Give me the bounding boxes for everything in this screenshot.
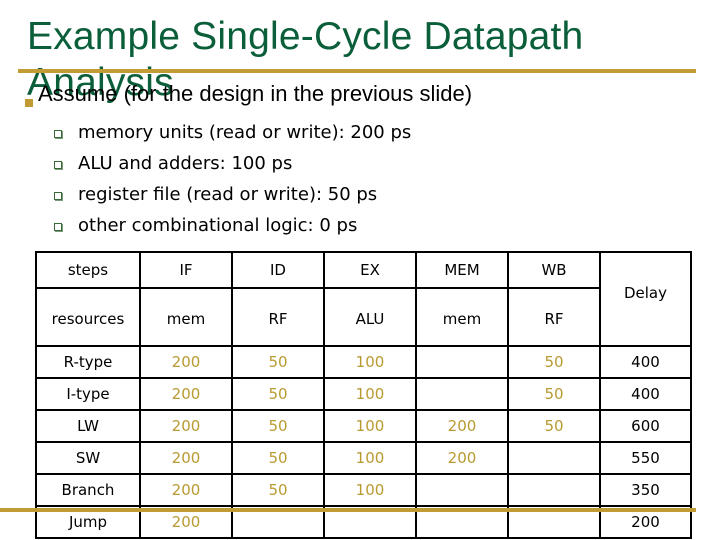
assumption-list: memory units (read or write): 200 ps ALU… [53, 117, 411, 241]
resources-label: resources [35, 287, 141, 347]
step-delay-ex: 100 [323, 409, 417, 443]
resources-header-row: resources mem RF ALU mem RF [35, 287, 691, 347]
step-delay-mem: 200 [415, 441, 509, 475]
step-header-if: IF [139, 251, 233, 289]
assumption-item: ALU and adders: 100 ps [53, 148, 411, 179]
step-delay-if: 200 [139, 377, 233, 411]
main-bullet-text: Assume (for the design in the previous s… [38, 81, 473, 106]
instruction-name: I-type [35, 377, 141, 411]
table-row: SW 200 50 100 200 550 [35, 441, 692, 475]
step-header-ex: EX [323, 251, 417, 289]
hollow-square-bullet-icon [54, 130, 62, 138]
assumption-text: memory units (read or write): 200 ps [78, 122, 412, 143]
resource-header-id: RF [231, 287, 325, 347]
total-delay: 350 [599, 473, 692, 507]
resource-header-ex: ALU [323, 287, 417, 347]
slide-title-line1: Example Single-Cycle Datapath [27, 15, 584, 58]
steps-header-row: steps IF ID EX MEM WB Delay [35, 251, 692, 347]
step-delay-wb [507, 473, 601, 507]
assumption-text: register file (read or write): 50 ps [78, 184, 378, 205]
step-header-id: ID [231, 251, 325, 289]
hollow-square-bullet-icon [54, 223, 62, 231]
step-delay-if: 200 [139, 473, 233, 507]
table-row: LW 200 50 100 200 50 600 [35, 409, 692, 443]
step-delay-ex: 100 [323, 377, 417, 411]
square-bullet-icon [25, 99, 33, 107]
resource-header-if: mem [139, 287, 233, 347]
assumption-item: register file (read or write): 50 ps [53, 179, 411, 210]
table-row: Branch 200 50 100 350 [35, 473, 692, 507]
step-delay-wb: 50 [507, 345, 601, 379]
datapath-delay-table: steps IF ID EX MEM WB Delay resources me… [35, 251, 692, 539]
total-delay: 400 [599, 345, 692, 379]
step-delay-ex: 100 [323, 345, 417, 379]
step-delay-mem [415, 377, 509, 411]
resource-header-mem: mem [415, 287, 509, 347]
step-header-wb: WB [507, 251, 601, 289]
step-delay-id: 50 [231, 345, 325, 379]
step-delay-mem: 200 [415, 409, 509, 443]
title-divider-rule [18, 69, 696, 73]
total-delay: 550 [599, 441, 692, 475]
step-delay-id: 50 [231, 473, 325, 507]
step-delay-ex: 100 [323, 473, 417, 507]
step-delay-ex: 100 [323, 441, 417, 475]
hollow-square-bullet-icon [54, 192, 62, 200]
instruction-name: Branch [35, 473, 141, 507]
step-delay-if: 200 [139, 441, 233, 475]
delay-header: Delay [599, 251, 692, 347]
total-delay: 400 [599, 377, 692, 411]
step-delay-wb: 50 [507, 377, 601, 411]
step-delay-id: 50 [231, 377, 325, 411]
footer-divider-rule [0, 508, 696, 512]
step-delay-if: 200 [139, 409, 233, 443]
step-delay-mem [415, 345, 509, 379]
assumption-text: ALU and adders: 100 ps [78, 153, 293, 174]
assumption-text: other combinational logic: 0 ps [78, 215, 358, 236]
step-delay-wb: 50 [507, 409, 601, 443]
resource-header-wb: RF [507, 287, 601, 347]
instruction-name: LW [35, 409, 141, 443]
instruction-name: SW [35, 441, 141, 475]
steps-label: steps [35, 251, 141, 289]
assumption-item: memory units (read or write): 200 ps [53, 117, 411, 148]
assumption-item: other combinational logic: 0 ps [53, 210, 411, 241]
step-header-mem: MEM [415, 251, 509, 289]
table-row: I-type 200 50 100 50 400 [35, 377, 692, 411]
step-delay-id: 50 [231, 441, 325, 475]
step-delay-id: 50 [231, 409, 325, 443]
instruction-name: R-type [35, 345, 141, 379]
hollow-square-bullet-icon [54, 161, 62, 169]
step-delay-mem [415, 473, 509, 507]
step-delay-if: 200 [139, 345, 233, 379]
step-delay-wb [507, 441, 601, 475]
table-row: R-type 200 50 100 50 400 [35, 345, 692, 379]
total-delay: 600 [599, 409, 692, 443]
